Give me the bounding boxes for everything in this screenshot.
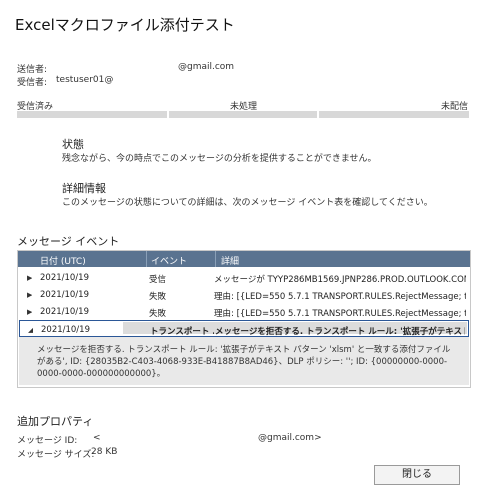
row-date: 2021/10/19 [41, 325, 90, 335]
row-event: 失敗 [149, 292, 167, 302]
message-id-label: メッセージ ID: [17, 436, 78, 446]
table-row-selected[interactable]: ◢ 2021/10/19 トランスポート ... メッセージを拒否する. トラン… [19, 320, 469, 337]
row-detail: メッセージを拒否する. トランスポート ルール: '拡張子がテキスト パ... [215, 327, 465, 337]
message-size-value: 28 KB [91, 447, 118, 457]
table-row[interactable]: ▶ 2021/10/19 受信 メッセージが TYYP286MB1569.JPN… [18, 269, 470, 286]
status-bar-undelivered [319, 111, 469, 118]
events-table-header: 日付 (UTC) イベント 詳細 [18, 251, 470, 267]
row-event: トランスポート ... [150, 327, 214, 337]
properties-heading: 追加プロパティ [17, 415, 94, 428]
expand-icon[interactable]: ▶ [27, 274, 32, 282]
events-table[interactable]: 日付 (UTC) イベント 詳細 ▶ 2021/10/19 受信 メッセージが … [17, 250, 471, 388]
sender-label: 送信者: [17, 65, 48, 75]
row-date: 2021/10/19 [40, 307, 89, 317]
events-heading: メッセージ イベント [17, 235, 120, 248]
state-text: 残念ながら、今の時点でこのメッセージの分析を提供することができません。 [62, 154, 377, 164]
row-detail: メッセージが TYYP286MB1569.JPNP286.PROD.OUTLOO… [214, 275, 466, 285]
details-heading: 詳細情報 [62, 182, 106, 195]
status-bar-pending [169, 111, 317, 118]
recipient-label: 受信者: [17, 78, 48, 88]
row-expanded-detail: メッセージを拒否する. トランスポート ルール: '拡張子がテキスト パターン … [19, 337, 469, 385]
row-event: 失敗 [149, 309, 167, 319]
table-row[interactable]: ▶ 2021/10/19 失敗 理由: [{LED=550 5.7.1 TRAN… [18, 303, 470, 320]
column-detail[interactable]: 詳細 [221, 254, 239, 267]
expand-icon[interactable]: ▶ [27, 308, 32, 316]
row-date: 2021/10/19 [40, 290, 89, 300]
column-event[interactable]: イベント [151, 254, 187, 267]
message-size-label: メッセージ サイズ: [17, 450, 95, 460]
message-id-value-start: < [93, 433, 101, 443]
collapse-icon[interactable]: ◢ [28, 326, 33, 334]
table-row[interactable]: ▶ 2021/10/19 失敗 理由: [{LED=550 5.7.1 TRAN… [18, 286, 470, 303]
row-date: 2021/10/19 [40, 273, 89, 283]
message-id-value-end: @gmail.com> [258, 433, 322, 443]
expand-icon[interactable]: ▶ [27, 291, 32, 299]
expanded-detail-text: メッセージを拒否する. トランスポート ルール: '拡張子がテキスト パターン … [37, 345, 451, 379]
row-event: 受信 [149, 275, 167, 285]
row-detail: 理由: [{LED=550 5.7.1 TRANSPORT.RULES.Reje… [214, 292, 466, 302]
details-text: このメッセージの状態についての詳細は、次のメッセージ イベント表を確認してくださ… [62, 198, 433, 208]
sender-value: @gmail.com [178, 62, 235, 72]
status-bar-received [17, 111, 167, 118]
recipient-value: testuser01@ [56, 75, 114, 85]
row-detail: 理由: [{LED=550 5.7.1 TRANSPORT.RULES.Reje… [214, 309, 466, 319]
window-title: Excelマクロファイル添付テスト [15, 16, 235, 34]
close-button[interactable]: 閉じる [374, 465, 460, 485]
state-heading: 状態 [62, 138, 84, 151]
column-date[interactable]: 日付 (UTC) [40, 254, 86, 267]
